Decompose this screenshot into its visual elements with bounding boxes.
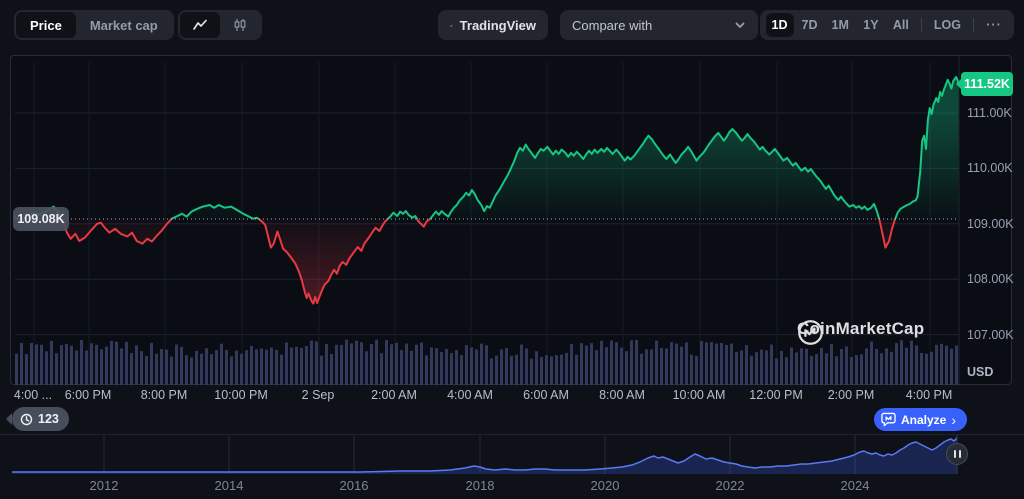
chevron-down-icon (735, 22, 745, 28)
analyze-button[interactable]: Analyze › (874, 408, 968, 431)
chart-type-toggle-group (178, 10, 262, 40)
price-axis-currency: USD (967, 365, 994, 379)
tradingview-icon (450, 23, 453, 27)
history-clock-icon (20, 413, 33, 425)
price-axis-tick: 108.00K (967, 272, 1014, 287)
navigator-year-label: 2018 (465, 478, 495, 493)
coinmarketcap-watermark: CoinMarketCap (797, 319, 924, 345)
navigator-year-label: 2024 (840, 478, 870, 493)
time-axis-tick: 12:00 PM (749, 388, 803, 402)
navigator-year-label: 2022 (715, 478, 745, 493)
time-axis-tick: 4:00 ... (13, 388, 53, 402)
navigator-range-handle[interactable] (946, 443, 968, 465)
time-axis-tick: 8:00 AM (599, 388, 645, 402)
time-axis-tick: 4:00 AM (447, 388, 493, 402)
baseline-price-label: 109.08K (13, 207, 69, 231)
price-axis-tick: 109.00K (967, 216, 1014, 231)
more-options-button[interactable]: ··· (980, 13, 1008, 37)
time-axis-tick: 2:00 AM (371, 388, 417, 402)
analyze-label: Analyze (901, 412, 947, 427)
navigator-year-label: 2012 (89, 478, 119, 493)
divider (973, 18, 974, 32)
range-1y[interactable]: 1Y (857, 13, 885, 37)
tradingview-button[interactable]: TradingView (438, 10, 548, 40)
coinmarketcap-logo-icon (798, 320, 823, 345)
time-axis-tick: 8:00 PM (140, 388, 188, 402)
range-all[interactable]: All (887, 13, 915, 37)
price-axis-tick: 111.00K (967, 106, 1012, 120)
time-axis-tick: 10:00 PM (214, 388, 268, 402)
candlestick-icon (234, 19, 246, 31)
navigator-year-label: 2014 (214, 478, 244, 493)
divider (920, 18, 922, 32)
tab-market-cap[interactable]: Market cap (76, 12, 172, 38)
price-axis-tick: 110.00K (967, 161, 1013, 176)
navigator-year-label: 2016 (339, 478, 369, 493)
price-chart-panel[interactable]: 111.00K 110.00K 109.00K 108.00K 107.00K USD 1… (10, 55, 1014, 386)
analyze-chat-icon (881, 412, 896, 427)
range-1d[interactable]: 1D (765, 13, 794, 37)
log-scale-toggle[interactable]: LOG (928, 13, 967, 37)
range-1m[interactable]: 1M (826, 13, 855, 37)
navigator-year-axis: 2012 2014 2016 2018 2020 2022 2024 (0, 478, 1024, 494)
history-navigator[interactable] (0, 434, 1024, 476)
time-axis-tick: 4:00 PM (905, 388, 953, 402)
line-chart-icon (193, 19, 207, 30)
time-axis-tick: 6:00 AM (523, 388, 569, 402)
time-axis-tick: 2:00 PM (827, 388, 875, 402)
time-axis-tick: 2 Sep (301, 388, 335, 402)
price-axis-tick: 107.00K (967, 327, 1014, 342)
navigator-year-label: 2020 (590, 478, 620, 493)
current-price-badge: 111.52K (956, 72, 1013, 96)
time-axis-tick: 6:00 PM (64, 388, 112, 402)
metric-toggle-group: Price Market cap (14, 10, 174, 40)
line-chart-type-button[interactable] (180, 12, 220, 38)
analyze-chevron-icon: › (951, 411, 957, 428)
coinmarketcap-price-chart-page: { "toolbar": { "metric_tabs": [ {"label"… (0, 0, 1024, 499)
range-7d[interactable]: 7D (796, 13, 824, 37)
compare-with-dropdown[interactable]: Compare with (560, 10, 758, 40)
candlestick-chart-type-button[interactable] (220, 12, 260, 38)
tab-price[interactable]: Price (16, 12, 76, 38)
history-events-badge[interactable]: 123 (6, 407, 69, 431)
range-selector-group: 1D 7D 1M 1Y All LOG ··· (759, 10, 1014, 40)
history-count: 123 (38, 412, 59, 426)
time-axis-tick: 10:00 AM (672, 388, 726, 402)
tradingview-label: TradingView (459, 17, 536, 33)
time-axis: 4:00 ... 6:00 PM 8:00 PM 10:00 PM 2 Sep 2:00 … (10, 388, 1012, 406)
compare-with-label: Compare with (572, 17, 653, 33)
